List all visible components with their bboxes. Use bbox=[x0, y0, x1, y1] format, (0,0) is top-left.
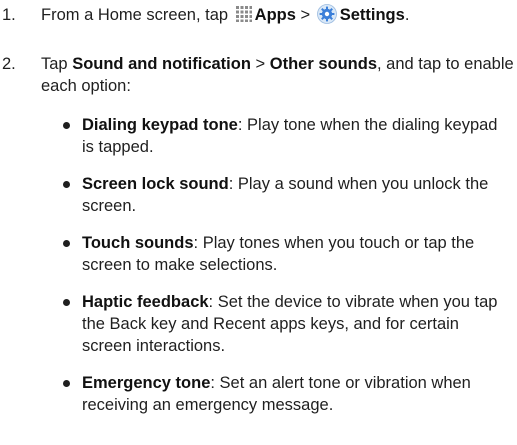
step-text: Tap Sound and notification > Other sound… bbox=[41, 53, 515, 97]
step-prefix: From a Home screen, tap bbox=[41, 6, 233, 24]
step-suffix: . bbox=[404, 6, 410, 24]
option-title: Emergency tone bbox=[82, 374, 211, 392]
apps-label: Apps bbox=[254, 6, 296, 24]
step-prefix: Tap bbox=[41, 55, 73, 73]
bullet bbox=[63, 122, 70, 129]
step-text: From a Home screen, tap Apps > Settings. bbox=[41, 4, 515, 26]
bullet bbox=[63, 181, 70, 188]
step-number: 1. bbox=[2, 6, 16, 24]
instructions-page: 1. From a Home screen, tap Apps > Settin… bbox=[0, 0, 517, 445]
separator: > bbox=[295, 6, 315, 24]
settings-gear-icon bbox=[316, 4, 337, 24]
option-title: Screen lock sound bbox=[82, 175, 229, 193]
separator: > bbox=[250, 55, 270, 73]
menu-path-sound: Sound and notification bbox=[72, 55, 251, 73]
option-title: Haptic feedback bbox=[82, 293, 209, 311]
menu-path-other-sounds: Other sounds bbox=[269, 55, 377, 73]
bullet bbox=[63, 299, 70, 306]
option-title: Touch sounds bbox=[82, 234, 194, 252]
settings-label: Settings bbox=[339, 6, 405, 24]
bullet bbox=[63, 240, 70, 247]
bullet bbox=[63, 380, 70, 387]
apps-grid-icon bbox=[235, 5, 253, 23]
option-title: Dialing keypad tone bbox=[82, 116, 238, 134]
step-number: 2. bbox=[2, 55, 16, 73]
